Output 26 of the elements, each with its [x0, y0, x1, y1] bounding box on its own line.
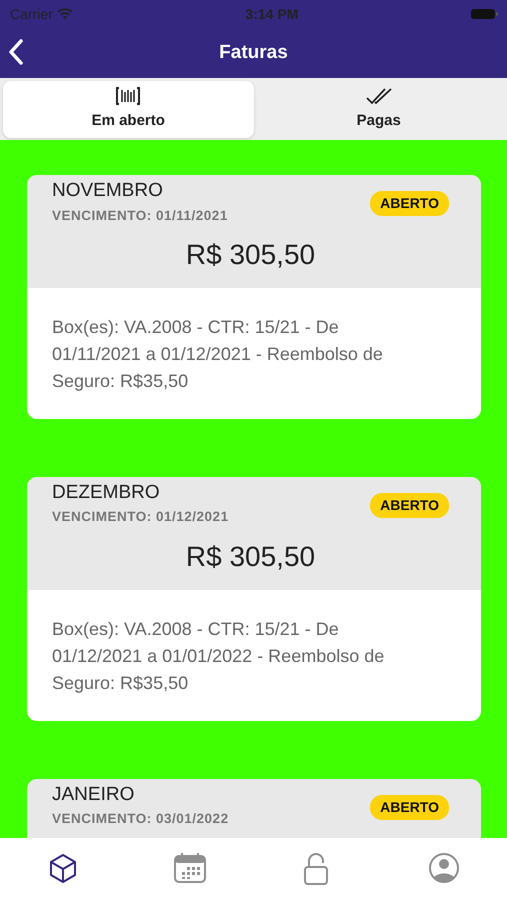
due-date: VENCIMENTO: 01/12/2021: [52, 508, 229, 526]
wifi-icon: [56, 8, 73, 20]
unlocked-padlock-icon: [302, 852, 331, 886]
status-tag: ABERTO: [370, 794, 449, 820]
calendar-icon: [173, 852, 208, 884]
status-tag: ABERTO: [370, 492, 449, 518]
profile-icon: [428, 852, 460, 884]
invoice-amount: R$ 305,50: [184, 540, 316, 574]
battery-icon: [470, 8, 499, 20]
invoice-description: Box(es): VA.2008 - CTR: 15/21 - De 01/11/2021 a 01/12/2021 - Reembolso de Seguro: R$35,50: [51, 316, 384, 393]
status-time: 3:14 PM: [245, 4, 298, 24]
segment-tab[interactable]: Pagas: [254, 81, 504, 138]
double-check-icon: [364, 86, 393, 106]
month-label: DEZEMBRO: [52, 480, 161, 505]
status-tag: ABERTO: [370, 191, 449, 216]
segment-tab[interactable]: Em aberto: [3, 81, 254, 138]
month-label: JANEIRO: [52, 782, 136, 806]
due-date: VENCIMENTO: 03/01/2022: [52, 810, 229, 828]
carrier-label: Carrier: [10, 4, 53, 24]
invoice-description: Box(es): VA.2008 - CTR: 15/21 - De 01/12/2021 a 01/01/2022 - Reembolso de Seguro: R$35,50: [51, 618, 386, 695]
screen-title: Faturas: [219, 40, 288, 65]
due-date: VENCIMENTO: 01/11/2021: [52, 206, 228, 224]
barcode-icon: [115, 86, 142, 106]
invoice-amount: R$ 305,50: [184, 238, 316, 272]
back-button[interactable]: [8, 38, 24, 66]
month-label: NOVEMBRO: [52, 179, 164, 203]
